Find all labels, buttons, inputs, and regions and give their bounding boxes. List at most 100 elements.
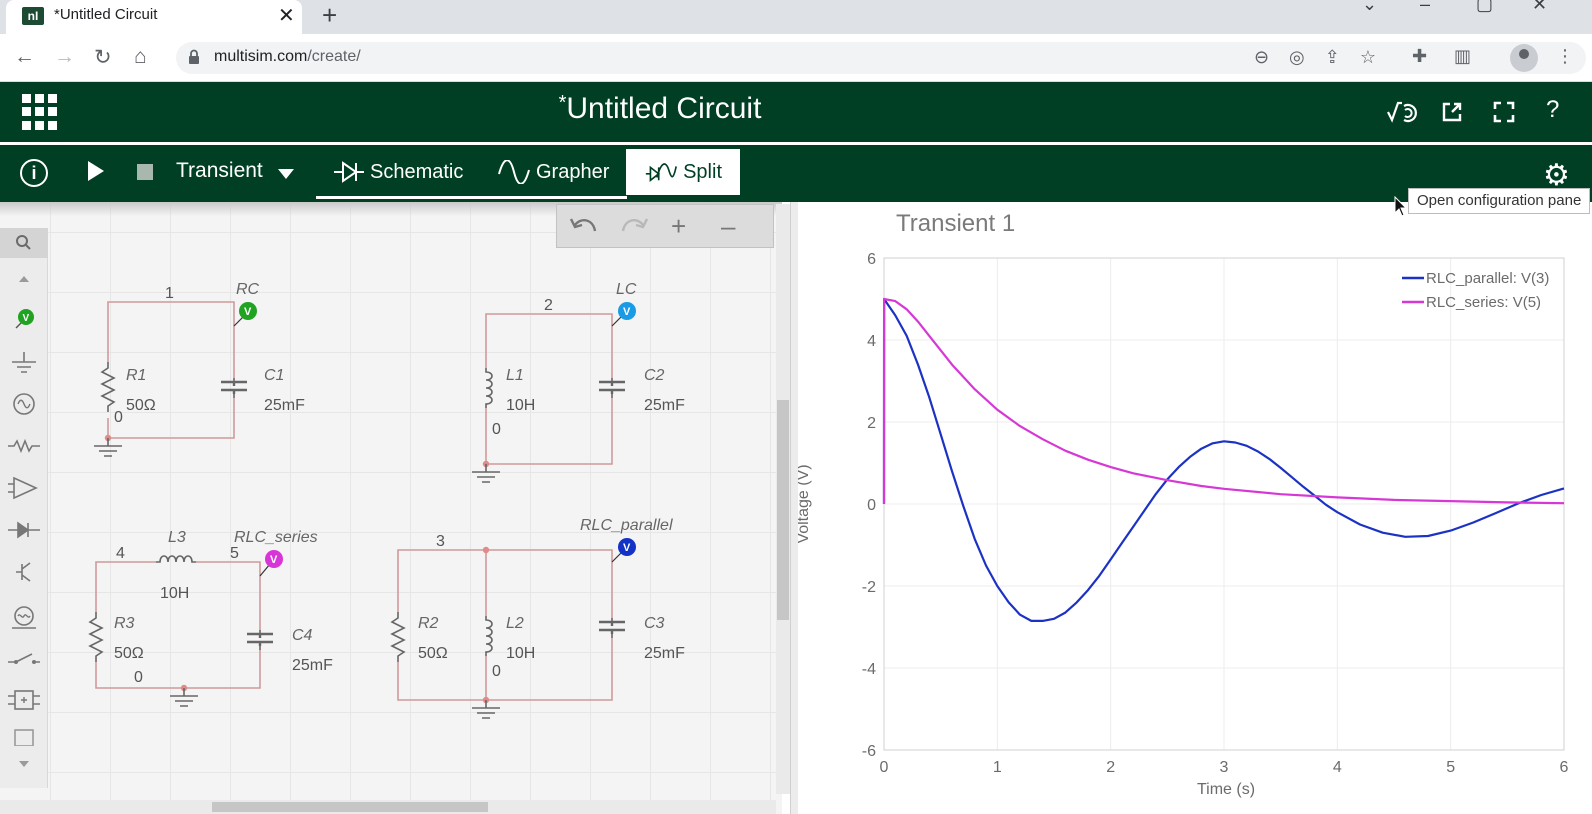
probe-rlc-series-label: RLC_series: [234, 529, 318, 546]
tab-schematic-label: Schematic: [370, 160, 464, 183]
help-icon[interactable]: ?: [1546, 96, 1559, 124]
reload-icon[interactable]: ↻: [94, 45, 112, 70]
rlc-series-circuit[interactable]: 4 5 L3 10H R3 50Ω 0 C4 25mF RLC_series V: [89, 529, 333, 707]
resistor-r1[interactable]: [101, 361, 115, 413]
zoom-out-icon[interactable]: ⊖: [1254, 47, 1289, 67]
close-tab-icon[interactable]: ✕: [278, 3, 295, 28]
c3-ref: C3: [644, 615, 665, 632]
new-tab-icon[interactable]: +: [322, 0, 337, 31]
palette-scroll-up-icon[interactable]: [8, 266, 40, 290]
diode-tool-icon[interactable]: [8, 518, 40, 542]
resistor-tool-icon[interactable]: [8, 434, 40, 458]
vertical-scroll-thumb[interactable]: [777, 400, 789, 620]
minimize-window-icon[interactable]: –: [1420, 0, 1430, 15]
circuit-title[interactable]: *Untitled Circuit: [0, 92, 1320, 126]
transient-chart[interactable]: 6420-2-4-6 0123456 Voltage (V) Time (s) …: [798, 202, 1592, 814]
transistor-tool-icon[interactable]: [8, 560, 40, 584]
info-icon[interactable]: i: [20, 159, 48, 187]
run-simulation-button[interactable]: [88, 161, 104, 181]
ground-tool-icon[interactable]: [8, 350, 40, 374]
r3-ref: R3: [114, 615, 135, 632]
ground-symbol[interactable]: [471, 699, 501, 719]
lamp-tool-icon[interactable]: [8, 606, 40, 630]
grapher-pane: Transient 1 6 4 2 0 -2 -4 -6 0123456 Voltage (…: [798, 202, 1592, 814]
l3-ref: L3: [168, 529, 186, 546]
schematic-vertical-scrollbar[interactable]: [776, 204, 790, 794]
c3-value: 25mF: [644, 645, 685, 662]
x-tick-label: 5: [1446, 759, 1455, 776]
horizontal-scroll-thumb[interactable]: [212, 802, 488, 812]
probe-lc-letter: V: [623, 306, 631, 318]
resistor-r3[interactable]: [89, 611, 103, 663]
redo-icon[interactable]: [619, 215, 649, 239]
maximize-window-icon[interactable]: ▢: [1476, 0, 1493, 15]
x-axis-ticks: 0 1 2 3 4 5 6: [880, 759, 1569, 776]
c2-value: 25mF: [644, 397, 685, 414]
ground-symbol[interactable]: [169, 687, 199, 707]
forward-arrow-icon[interactable]: →: [54, 45, 75, 69]
url-omnibox[interactable]: multisim.com/create/ ⊖◎⇪☆: [176, 42, 1586, 74]
more-components-tool-icon[interactable]: [8, 722, 40, 746]
analysis-type-select[interactable]: Transient: [176, 159, 263, 183]
palette-scroll-down-icon[interactable]: [8, 752, 40, 776]
opamp-tool-icon[interactable]: [8, 476, 40, 500]
component-palette: V: [0, 228, 48, 788]
voltage-probe-tool-icon[interactable]: V: [8, 306, 40, 330]
bookmark-star-icon[interactable]: ☆: [1360, 47, 1396, 67]
sine-wave-icon: [498, 160, 530, 184]
legend-label-1: RLC_series: V(5): [1426, 294, 1541, 311]
zoom-out-icon[interactable]: –: [721, 211, 735, 242]
fullscreen-icon[interactable]: [1492, 100, 1516, 124]
rlc-parallel-circuit[interactable]: 3 R2 50Ω L2 10H 0 C3 25mF RLC_parallel V: [391, 517, 685, 719]
profile-avatar[interactable]: [1510, 44, 1538, 72]
schematic-drawing[interactable]: 1 R1 50Ω 0 C1 25mF RC V 2 L1 10H 0 C2 25…: [0, 202, 776, 814]
x-tick-label: 3: [1220, 759, 1229, 776]
probe-rlc-parallel-label: RLC_parallel: [580, 517, 673, 534]
r2-ref: R2: [418, 615, 439, 632]
probe-rlc-series-letter: V: [270, 554, 278, 566]
window-menu-icon[interactable]: ⌄: [1362, 0, 1377, 15]
inductor-l2[interactable]: [485, 615, 493, 657]
probe-rlc-parallel-letter: V: [623, 542, 631, 554]
browser-tab-strip: nI *Untitled Circuit ✕ + ⌄ – ▢ ✕: [0, 0, 1592, 34]
tooltip: Open configuration pane: [1408, 188, 1591, 214]
inductor-l1[interactable]: [485, 367, 493, 409]
tab-split[interactable]: Split: [626, 149, 740, 195]
share-icon[interactable]: [1440, 100, 1464, 124]
split-pane-divider[interactable]: [790, 202, 798, 814]
schematic-horizontal-scrollbar[interactable]: [0, 800, 776, 814]
extensions-icon[interactable]: ✚: [1412, 46, 1427, 67]
side-panel-icon[interactable]: ▥: [1454, 46, 1471, 67]
chart-legend: RLC_parallel: V(3) RLC_series: V(5): [1402, 270, 1549, 311]
y-tick-label: -6: [862, 743, 876, 760]
tab-schematic[interactable]: Schematic: [316, 149, 482, 199]
inductor-l3[interactable]: [155, 555, 197, 563]
ground-symbol[interactable]: [93, 437, 123, 457]
lc-circuit[interactable]: 2 L1 10H 0 C2 25mF LC V: [471, 281, 685, 483]
switch-tool-icon[interactable]: [8, 646, 40, 670]
back-arrow-icon[interactable]: ←: [14, 45, 35, 69]
y-tick-label: 4: [867, 333, 876, 350]
share-page-icon[interactable]: ⇪: [1325, 47, 1360, 67]
home-icon[interactable]: ⌂: [134, 45, 147, 69]
probe-lc-label: LC: [616, 281, 637, 298]
measure-icon[interactable]: [1386, 100, 1418, 126]
browser-tab[interactable]: nI *Untitled Circuit ✕: [6, 0, 302, 34]
browser-menu-icon[interactable]: ⋮: [1556, 46, 1574, 67]
ground-symbol[interactable]: [471, 463, 501, 483]
split-view-icon: [645, 163, 677, 182]
ac-source-tool-icon[interactable]: [8, 392, 40, 416]
undo-icon[interactable]: [569, 215, 599, 239]
digital-ic-tool-icon[interactable]: [8, 688, 40, 712]
analysis-dropdown-icon[interactable]: [278, 169, 294, 179]
tracking-icon[interactable]: ◎: [1289, 47, 1325, 67]
diode-icon: [334, 161, 364, 183]
stop-simulation-button[interactable]: [137, 164, 153, 180]
zoom-in-icon[interactable]: +: [671, 211, 686, 242]
resistor-r2[interactable]: [391, 611, 405, 663]
probe-rc-label: RC: [236, 281, 260, 298]
close-window-icon[interactable]: ✕: [1532, 0, 1547, 15]
rc-circuit[interactable]: 1 R1 50Ω 0 C1 25mF RC V: [93, 281, 305, 457]
tab-grapher[interactable]: Grapher: [480, 149, 628, 199]
palette-search-button[interactable]: [0, 228, 48, 258]
